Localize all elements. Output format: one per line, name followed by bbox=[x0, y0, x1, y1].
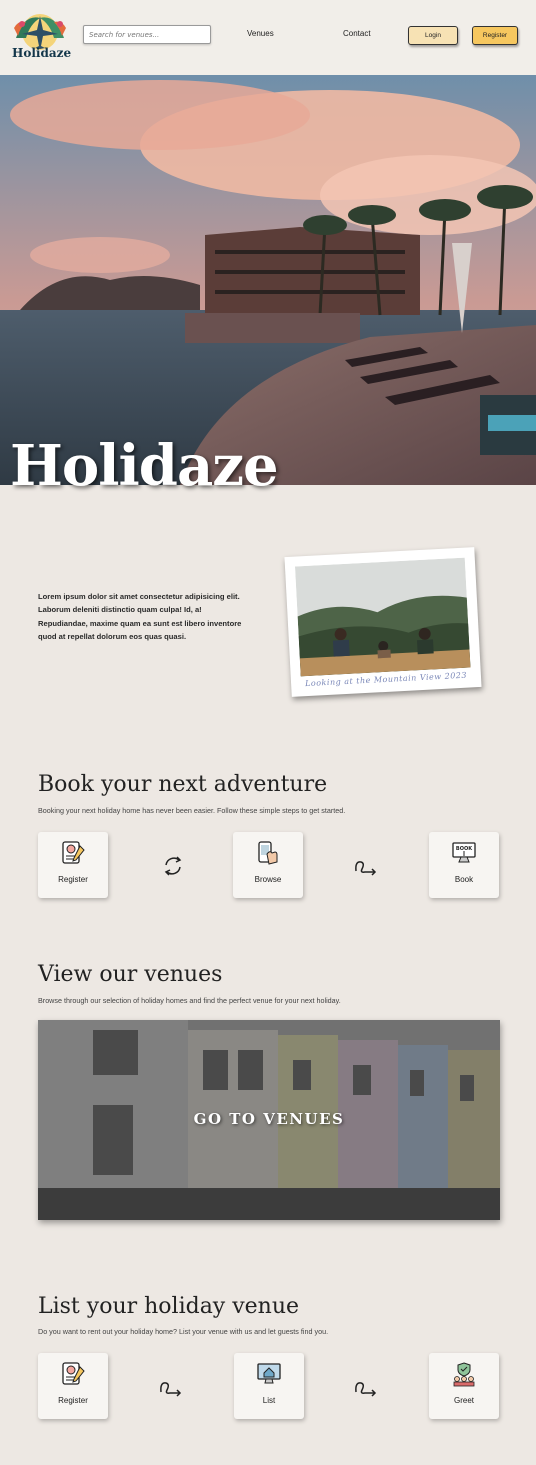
hero-image bbox=[0, 75, 536, 485]
nav-contact-link[interactable]: Contact bbox=[343, 29, 371, 38]
go-to-venues-banner[interactable]: GO TO VENUES bbox=[38, 1020, 500, 1220]
registration-form-icon bbox=[62, 841, 85, 864]
intro-text: Lorem ipsum dolor sit amet consectetur a… bbox=[38, 592, 242, 641]
polaroid-photo: Looking at the Mountain View 2023 bbox=[284, 547, 482, 697]
hero-title: Holidaze bbox=[10, 433, 279, 499]
book-step-book[interactable]: BOOK Book bbox=[429, 832, 499, 898]
mountain-view-photo bbox=[294, 557, 471, 677]
loop-arrow-icon bbox=[355, 861, 377, 876]
search-input[interactable] bbox=[83, 25, 211, 44]
phone-tap-icon bbox=[258, 841, 278, 865]
step-label: List bbox=[262, 1396, 276, 1405]
book-monitor-icon: BOOK bbox=[452, 842, 476, 863]
register-button[interactable]: Register bbox=[472, 26, 518, 45]
list-section-title: List your holiday venue bbox=[38, 1294, 300, 1319]
nav-venues-link[interactable]: Venues bbox=[247, 29, 274, 38]
login-button[interactable]: Login bbox=[408, 26, 458, 45]
go-to-venues-label: GO TO VENUES bbox=[193, 1110, 345, 1128]
step-label: Register bbox=[58, 875, 88, 884]
venues-section-title: View our venues bbox=[38, 962, 223, 987]
loop-arrow-icon bbox=[355, 1382, 377, 1397]
book-step-browse[interactable]: Browse bbox=[233, 832, 303, 898]
svg-text:BOOK: BOOK bbox=[456, 846, 473, 852]
step-label: Register bbox=[58, 1396, 88, 1405]
venues-section-subtitle: Browse through our selection of holiday … bbox=[38, 996, 341, 1005]
list-step-greet[interactable]: Greet bbox=[429, 1353, 499, 1419]
book-step-register[interactable]: Register bbox=[38, 832, 108, 898]
step-label: Book bbox=[454, 875, 474, 884]
cycle-arrows-icon bbox=[164, 856, 182, 876]
list-step-list[interactable]: List bbox=[234, 1353, 304, 1419]
step-label: Greet bbox=[453, 1396, 474, 1405]
house-monitor-icon bbox=[257, 1363, 281, 1384]
book-section-title: Book your next adventure bbox=[38, 772, 328, 797]
step-label: Browse bbox=[254, 875, 282, 884]
list-step-register[interactable]: Register bbox=[38, 1353, 108, 1419]
list-section-subtitle: Do you want to rent out your holiday hom… bbox=[38, 1327, 329, 1336]
book-section-subtitle: Booking your next holiday home has never… bbox=[38, 806, 346, 815]
site-header: Holidaze Venues Contact Login Register bbox=[0, 0, 536, 75]
logo-wordmark: Holidaze bbox=[12, 46, 72, 60]
loop-arrow-icon bbox=[160, 1382, 182, 1397]
registration-form-icon bbox=[62, 1362, 85, 1385]
shield-people-icon bbox=[453, 1362, 475, 1387]
